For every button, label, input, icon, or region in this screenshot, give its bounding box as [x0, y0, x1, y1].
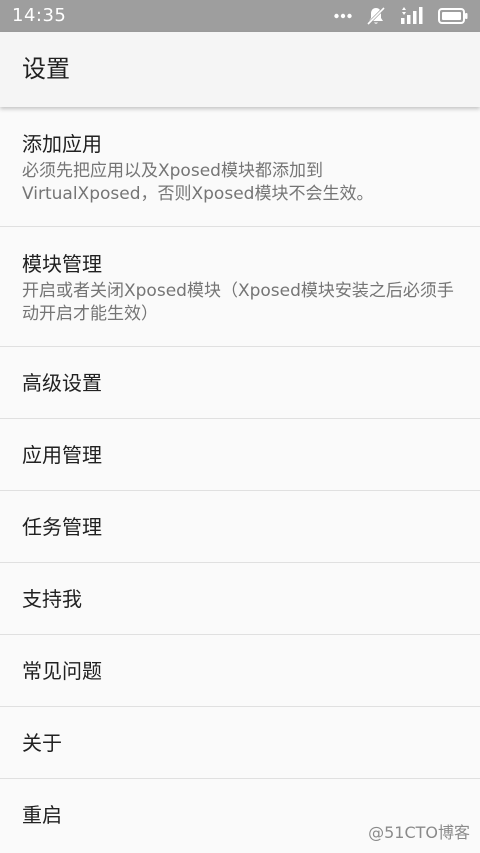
setting-item-faq[interactable]: 常见问题 — [0, 635, 480, 707]
signal-icon — [400, 7, 424, 25]
setting-item-module-management[interactable]: 模块管理 开启或者关闭Xposed模块（Xposed模块安装之后必须手动开启才能… — [0, 227, 480, 347]
settings-list: 添加应用 必须先把应用以及Xposed模块都添加到VirtualXposed，否… — [0, 107, 480, 851]
setting-title: 常见问题 — [22, 659, 102, 683]
setting-title: 支持我 — [22, 587, 82, 611]
status-icons — [334, 6, 468, 26]
notification-off-icon — [366, 6, 386, 26]
setting-title: 任务管理 — [22, 515, 102, 539]
setting-item-app-management[interactable]: 应用管理 — [0, 419, 480, 491]
setting-title: 重启 — [22, 803, 62, 827]
app-bar: 设置 — [0, 32, 480, 107]
setting-title: 模块管理 — [22, 252, 102, 276]
status-time: 14:35 — [12, 5, 67, 26]
setting-title: 添加应用 — [22, 132, 102, 156]
setting-title: 应用管理 — [22, 443, 102, 467]
setting-title: 高级设置 — [22, 371, 102, 395]
more-dots-icon — [334, 13, 352, 19]
setting-item-advanced-settings[interactable]: 高级设置 — [0, 347, 480, 419]
setting-title: 关于 — [22, 731, 62, 755]
status-bar: 14:35 — [0, 0, 480, 32]
setting-item-task-management[interactable]: 任务管理 — [0, 491, 480, 563]
setting-summary: 必须先把应用以及Xposed模块都添加到VirtualXposed，否则Xpos… — [22, 161, 374, 204]
setting-item-add-app[interactable]: 添加应用 必须先把应用以及Xposed模块都添加到VirtualXposed，否… — [0, 107, 480, 227]
page-title: 设置 — [22, 55, 70, 83]
battery-icon — [438, 8, 468, 24]
setting-item-about[interactable]: 关于 — [0, 707, 480, 779]
setting-item-support-me[interactable]: 支持我 — [0, 563, 480, 635]
watermark: @51CTO博客 — [368, 823, 470, 842]
setting-summary: 开启或者关闭Xposed模块（Xposed模块安装之后必须手动开启才能生效） — [22, 281, 454, 324]
